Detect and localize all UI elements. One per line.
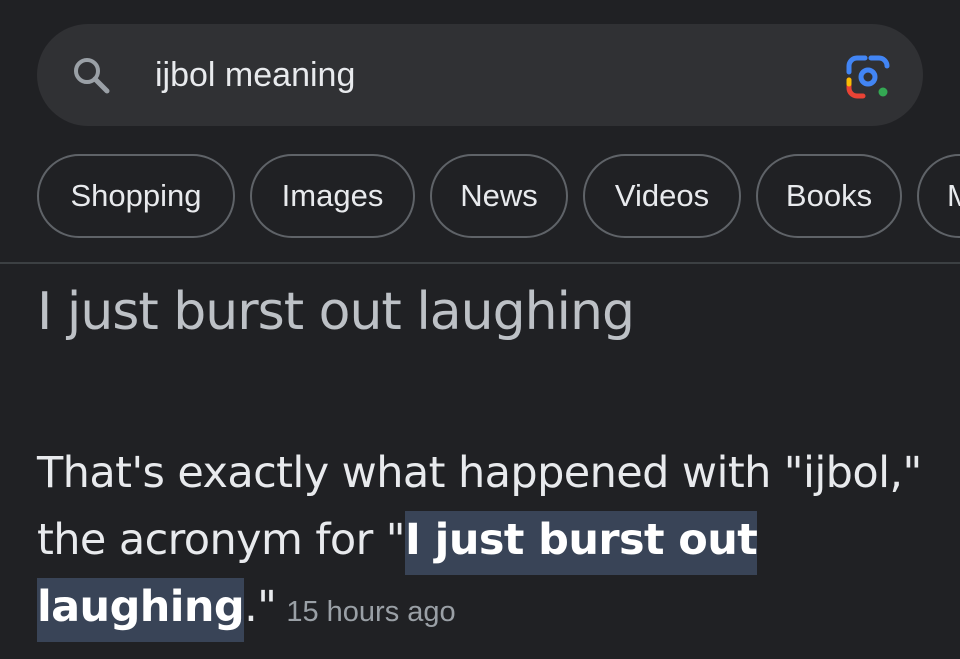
result-title[interactable]: I just burst out laughing (37, 282, 635, 342)
snippet-text: ." (244, 582, 277, 632)
chip-books[interactable]: Books (756, 154, 902, 238)
result-snippet: That's exactly what happened with "ijbol… (37, 440, 937, 646)
chip-more-partial[interactable]: M (917, 154, 960, 238)
chip-images[interactable]: Images (250, 154, 415, 238)
chip-news[interactable]: News (430, 154, 568, 238)
google-lens-icon[interactable] (845, 54, 891, 100)
snippet-highlight: I just burst out (404, 511, 758, 575)
result-timestamp: 15 hours ago (286, 596, 456, 628)
divider (0, 262, 960, 264)
search-bar[interactable] (37, 24, 923, 126)
chip-shopping[interactable]: Shopping (37, 154, 235, 238)
search-input[interactable] (155, 52, 795, 98)
search-icon[interactable] (71, 55, 111, 95)
snippet-highlight: laughing (37, 578, 245, 642)
chip-videos[interactable]: Videos (583, 154, 741, 238)
search-results-page: Shopping Images News Videos Books M I ju… (0, 0, 960, 659)
